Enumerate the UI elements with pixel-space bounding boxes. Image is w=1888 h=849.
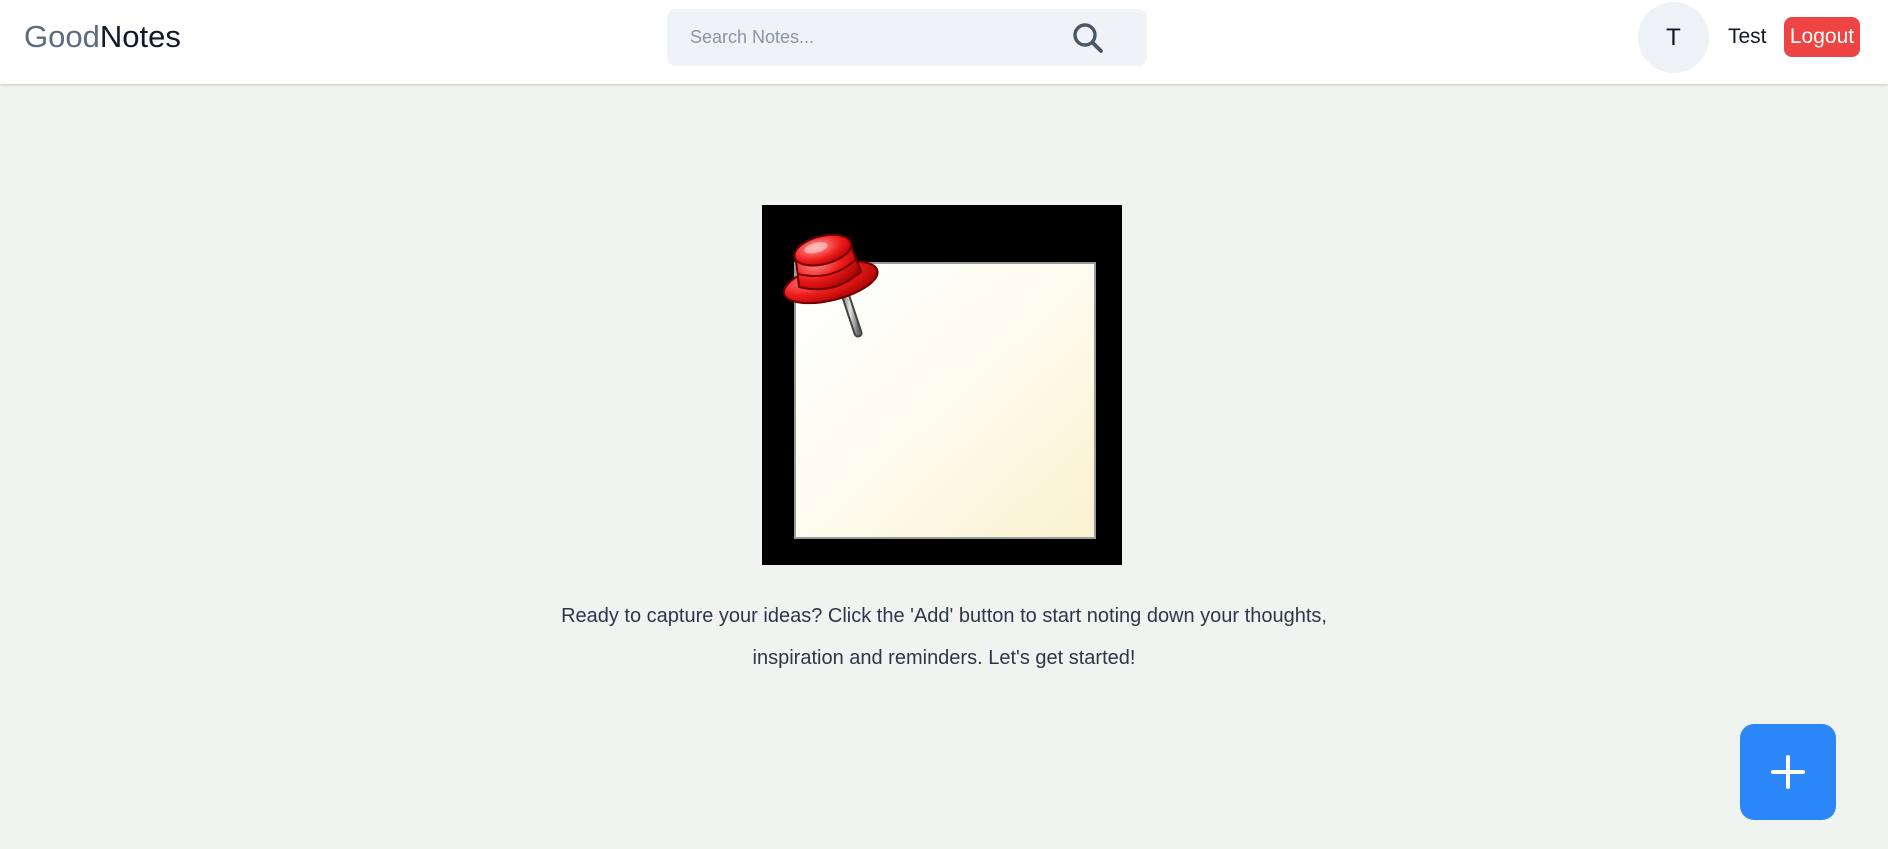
search-icon[interactable] xyxy=(1071,21,1105,55)
logout-button[interactable]: Logout xyxy=(1784,17,1860,57)
add-note-button[interactable] xyxy=(1740,724,1836,820)
top-navbar: GoodNotes T Test Logout xyxy=(0,0,1888,84)
empty-state-message: Ready to capture your ideas? Click the '… xyxy=(561,605,1327,669)
app-logo[interactable]: GoodNotes xyxy=(24,19,181,55)
plus-icon xyxy=(1771,755,1805,789)
logo-good-text: Good xyxy=(24,19,100,54)
user-avatar[interactable]: T xyxy=(1638,2,1709,73)
logo-notes-text: Notes xyxy=(99,19,181,54)
sticky-note-pushpin-icon xyxy=(782,233,1096,539)
username-label: Test xyxy=(1728,25,1767,48)
empty-notes-illustration xyxy=(762,205,1122,565)
search-input[interactable] xyxy=(690,9,1070,66)
search-bar xyxy=(667,9,1147,66)
